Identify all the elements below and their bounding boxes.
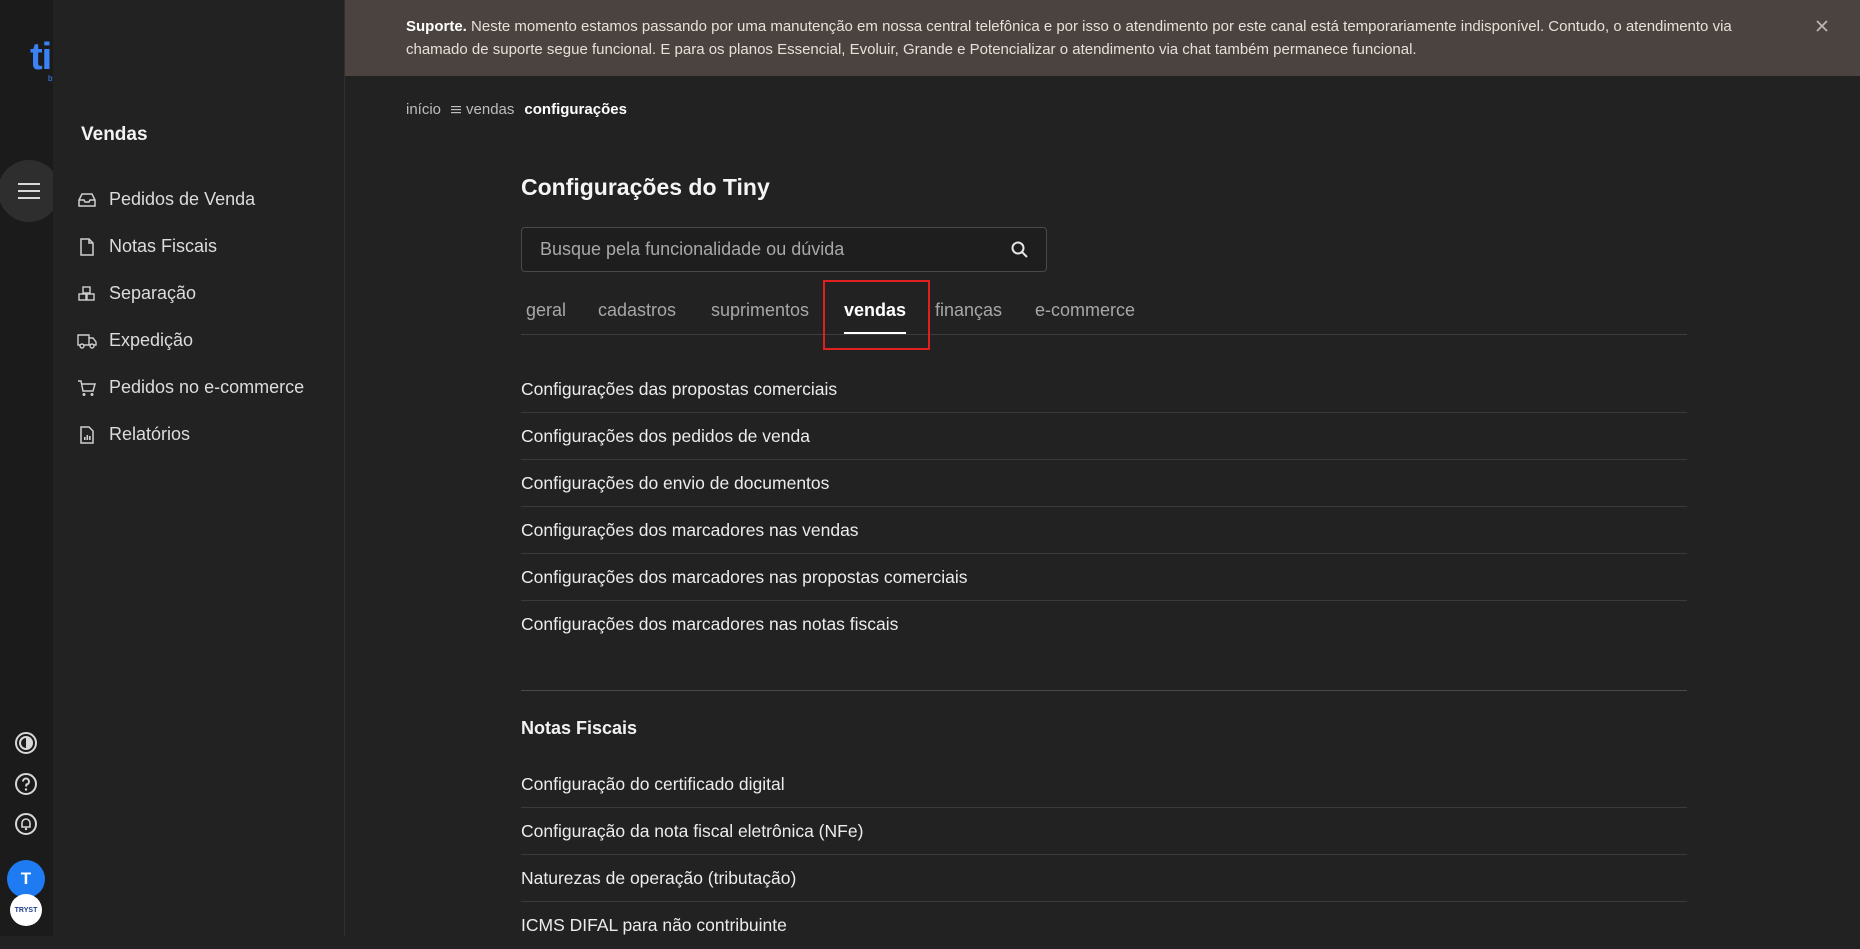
sidebar-title: Vendas (81, 124, 148, 145)
section-title-notas-fiscais: Notas Fiscais (521, 718, 638, 738)
active-tab-indicator (844, 332, 906, 334)
breadcrumb-current: configurações (524, 101, 627, 118)
sidebar-item-separacao[interactable]: Separação (77, 270, 337, 317)
sidebar-item-label: Notas Fiscais (109, 236, 218, 256)
inbox-icon (77, 190, 97, 210)
boxes-icon (77, 284, 97, 304)
list-item[interactable]: Configurações dos marcadores nas propost… (521, 554, 1687, 601)
notification-bell-icon (15, 813, 37, 835)
list-item[interactable]: ICMS DIFAL para não contribuinte (521, 902, 1687, 949)
banner-close-button[interactable] (1812, 16, 1832, 36)
tab-ecommerce[interactable]: e-commerce (1035, 300, 1135, 321)
breadcrumb-section[interactable]: vendas (451, 101, 514, 118)
tab-cadastros[interactable]: cadastros (598, 300, 676, 321)
search-box (521, 227, 1047, 272)
list-item[interactable]: Configurações do envio de documentos (521, 460, 1687, 507)
sidebar-item-label: Expedição (109, 330, 194, 350)
menu-toggle-button[interactable] (0, 160, 60, 222)
invoice-settings-list: Configuração do certificado digital Conf… (521, 761, 1687, 949)
sidebar: Vendas Pedidos de Venda Notas Fiscais Se… (53, 0, 345, 936)
settings-tabs: geral cadastros suprimentos vendas finan… (521, 284, 1687, 335)
section-divider (521, 690, 1687, 691)
theme-toggle-icon (15, 732, 37, 754)
tab-geral[interactable]: geral (526, 300, 566, 321)
sidebar-item-label: Pedidos de Venda (109, 189, 256, 209)
sidebar-item-relatorios[interactable]: Relatórios (77, 411, 337, 458)
list-item[interactable]: Configuração do certificado digital (521, 761, 1687, 808)
list-item[interactable]: Configurações dos marcadores nas vendas (521, 507, 1687, 554)
list-item[interactable]: Configuração da nota fiscal eletrônica (… (521, 808, 1687, 855)
cart-icon (77, 378, 97, 398)
list-item[interactable]: Naturezas de operação (tributação) (521, 855, 1687, 902)
notifications-button[interactable] (13, 811, 39, 837)
breadcrumb-home[interactable]: início (406, 101, 441, 118)
list-item[interactable]: Configurações dos marcadores nas notas f… (521, 601, 1687, 648)
sidebar-item-notas-fiscais[interactable]: Notas Fiscais (77, 223, 337, 270)
sidebar-item-pedidos-no-ecommerce[interactable]: Pedidos no e-commerce (77, 364, 337, 411)
sidebar-item-label: Separação (109, 283, 197, 303)
sidebar-menu: Pedidos de Venda Notas Fiscais Separação… (77, 176, 337, 458)
help-icon (15, 773, 37, 795)
banner-message: Neste momento estamos passando por uma m… (406, 18, 1732, 58)
banner-label: Suporte. (406, 18, 467, 35)
icon-rail: tiny by olist T TRYST (0, 0, 95, 936)
tab-suprimentos[interactable]: suprimentos (711, 300, 809, 321)
breadcrumb: início vendas configurações (406, 101, 627, 118)
report-icon (77, 425, 97, 445)
sidebar-item-pedidos-de-venda[interactable]: Pedidos de Venda (77, 176, 337, 223)
account-badge[interactable]: TRYST (10, 894, 42, 926)
hamburger-icon (18, 183, 40, 199)
list-item[interactable]: Configurações das propostas comerciais (521, 366, 1687, 413)
sidebar-item-expedicao[interactable]: Expedição (77, 317, 337, 364)
breadcrumb-section-label: vendas (466, 101, 515, 118)
list-icon (451, 106, 462, 114)
help-button[interactable] (13, 771, 39, 797)
search-input[interactable] (522, 228, 992, 271)
tab-financas[interactable]: finanças (935, 300, 1002, 321)
document-icon (77, 237, 97, 257)
support-banner: Suporte. Neste momento estamos passando … (345, 0, 1860, 76)
tab-vendas[interactable]: vendas (844, 300, 906, 321)
search-icon[interactable] (1010, 240, 1030, 260)
sidebar-item-label: Relatórios (109, 424, 191, 444)
truck-icon (77, 331, 97, 351)
list-item[interactable]: Configurações dos pedidos de venda (521, 413, 1687, 460)
page-title: Configurações do Tiny (521, 174, 770, 200)
sales-settings-list: Configurações das propostas comerciais C… (521, 366, 1687, 648)
user-avatar[interactable]: T (7, 860, 45, 898)
close-icon (1816, 20, 1828, 32)
theme-toggle-button[interactable] (13, 730, 39, 756)
sidebar-item-label: Pedidos no e-commerce (109, 377, 305, 397)
